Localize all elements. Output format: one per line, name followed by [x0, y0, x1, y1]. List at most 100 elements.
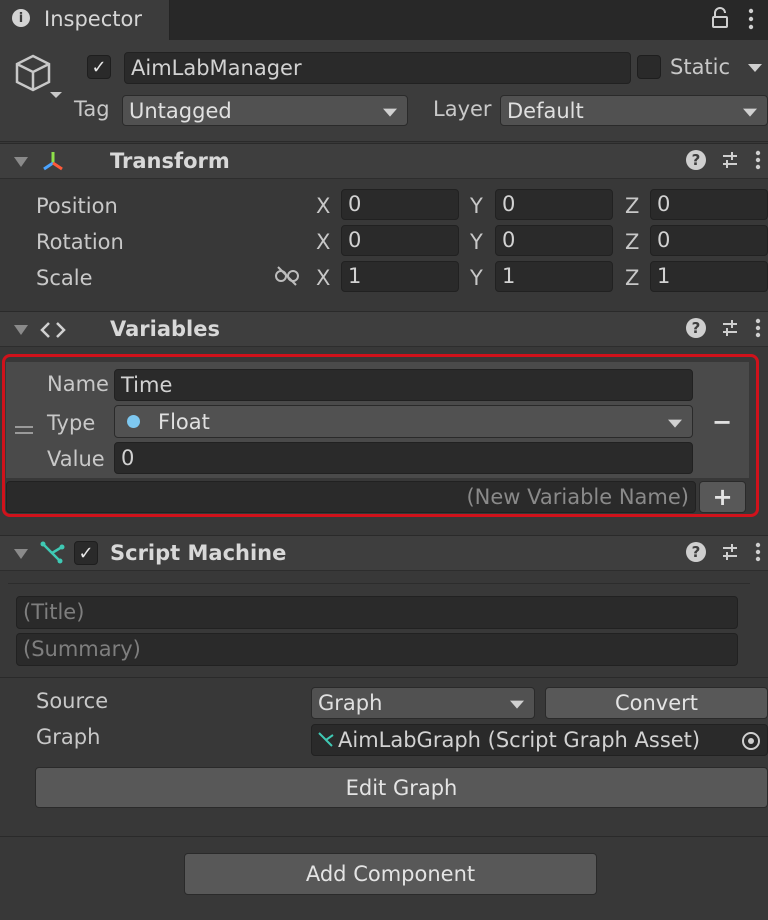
gameobject-cube-icon[interactable] [14, 52, 64, 100]
variable-name-field[interactable]: Time [114, 369, 693, 401]
position-x-label[interactable]: X [316, 194, 330, 218]
graph-summary-placeholder: (Summary) [23, 637, 141, 661]
variable-type-label: Type [47, 411, 96, 435]
variable-value-field[interactable]: 0 [114, 442, 693, 474]
code-brackets-icon [40, 320, 66, 338]
new-variable-placeholder: (New Variable Name) [466, 484, 689, 509]
edit-graph-label: Edit Graph [345, 775, 458, 800]
new-variable-name-field[interactable]: (New Variable Name) [6, 481, 696, 513]
layer-value: Default [507, 98, 584, 123]
tab-menu-icon[interactable] [746, 8, 756, 30]
variable-type-value: Float [158, 409, 210, 434]
transform-header[interactable]: Transform ? [0, 143, 768, 179]
tag-value: Untagged [129, 98, 232, 123]
graph-label: Graph [36, 725, 101, 749]
rotation-label: Rotation [36, 230, 124, 254]
tag-label: Tag [74, 97, 110, 121]
layer-label: Layer [433, 97, 492, 121]
constrain-proportions-icon[interactable] [275, 266, 299, 286]
variables-header[interactable]: Variables ? [0, 311, 768, 347]
rotation-z-field[interactable]: 0 [650, 225, 768, 256]
foldout-arrow-icon[interactable] [14, 325, 28, 335]
presets-icon[interactable] [720, 542, 740, 562]
position-label: Position [36, 194, 118, 218]
scale-x-label[interactable]: X [316, 266, 330, 290]
divider [0, 677, 768, 678]
tab-title: Inspector [44, 7, 142, 31]
tab-inspector[interactable]: i Inspector [0, 0, 170, 40]
transform-title: Transform [110, 149, 230, 173]
help-icon[interactable]: ? [686, 542, 706, 562]
foldout-arrow-icon[interactable] [14, 549, 28, 559]
script-machine-enabled-checkbox[interactable]: ✓ [74, 541, 98, 565]
chevron-down-icon [668, 419, 682, 428]
rotation-x-label[interactable]: X [316, 230, 330, 254]
variable-name-label: Name [47, 372, 109, 396]
position-z-label[interactable]: Z [625, 194, 639, 218]
presets-icon[interactable] [720, 150, 740, 170]
graph-summary-field[interactable]: (Summary) [16, 633, 738, 666]
help-icon[interactable]: ? [686, 150, 706, 170]
variables-title: Variables [110, 317, 220, 341]
script-graph-asset-icon [316, 730, 336, 750]
presets-icon[interactable] [720, 318, 740, 338]
position-y-field[interactable]: 0 [495, 189, 613, 220]
variable-type-dropdown[interactable]: Float [114, 405, 693, 438]
scale-y-field[interactable]: 1 [495, 261, 613, 292]
static-checkbox[interactable] [637, 55, 661, 79]
float-type-icon [127, 415, 140, 428]
graph-object-value: AimLabGraph (Script Graph Asset) [338, 727, 701, 752]
source-dropdown[interactable]: Graph [311, 687, 535, 719]
remove-variable-label: − [711, 408, 733, 436]
source-value: Graph [318, 691, 383, 715]
add-component-label: Add Component [305, 862, 476, 886]
script-graph-icon [40, 541, 66, 565]
graph-object-field[interactable]: AimLabGraph (Script Graph Asset) [311, 724, 768, 756]
scale-z-field[interactable]: 1 [650, 261, 768, 292]
foldout-arrow-icon[interactable] [14, 157, 28, 167]
more-icon[interactable] [754, 318, 762, 338]
edit-graph-button[interactable]: Edit Graph [35, 767, 768, 808]
chevron-down-icon [383, 108, 397, 117]
add-variable-button[interactable]: + [699, 481, 746, 513]
layer-dropdown[interactable]: Default [500, 95, 768, 126]
remove-variable-button[interactable]: − [705, 408, 739, 436]
source-label: Source [36, 689, 109, 713]
convert-label: Convert [614, 691, 699, 715]
chevron-down-icon [743, 108, 757, 117]
script-machine-header[interactable]: ✓ Script Machine ? [0, 535, 768, 571]
info-icon: i [12, 9, 30, 27]
scale-label: Scale [36, 266, 93, 290]
rotation-x-field[interactable]: 0 [341, 225, 459, 256]
active-checkbox[interactable]: ✓ [87, 55, 111, 79]
gameobject-name-field[interactable]: AimLabManager [124, 52, 631, 84]
transform-icon [40, 149, 66, 173]
more-icon[interactable] [754, 150, 762, 170]
object-picker-icon[interactable] [740, 730, 762, 752]
position-y-label[interactable]: Y [470, 194, 483, 218]
add-component-button[interactable]: Add Component [184, 853, 597, 895]
more-icon[interactable] [754, 542, 762, 562]
chevron-down-icon [510, 700, 524, 709]
graph-title-field[interactable]: (Title) [16, 596, 738, 629]
drag-handle-icon[interactable] [15, 416, 33, 434]
scale-x-field[interactable]: 1 [341, 261, 459, 292]
scale-y-label[interactable]: Y [470, 266, 483, 290]
tag-dropdown[interactable]: Untagged [122, 95, 408, 126]
scale-z-label[interactable]: Z [625, 266, 639, 290]
script-machine-title: Script Machine [110, 541, 287, 565]
position-z-field[interactable]: 0 [650, 189, 768, 220]
graph-title-placeholder: (Title) [23, 600, 85, 624]
lock-icon[interactable] [711, 7, 729, 29]
variable-value-label: Value [47, 447, 105, 471]
static-label: Static [670, 55, 731, 79]
add-variable-label: + [712, 483, 733, 511]
static-dropdown-caret[interactable] [748, 64, 762, 72]
position-x-field[interactable]: 0 [341, 189, 459, 220]
rotation-y-label[interactable]: Y [470, 230, 483, 254]
rotation-y-field[interactable]: 0 [495, 225, 613, 256]
rotation-z-label[interactable]: Z [625, 230, 639, 254]
divider [0, 836, 768, 837]
help-icon[interactable]: ? [686, 318, 706, 338]
convert-button[interactable]: Convert [545, 687, 768, 719]
